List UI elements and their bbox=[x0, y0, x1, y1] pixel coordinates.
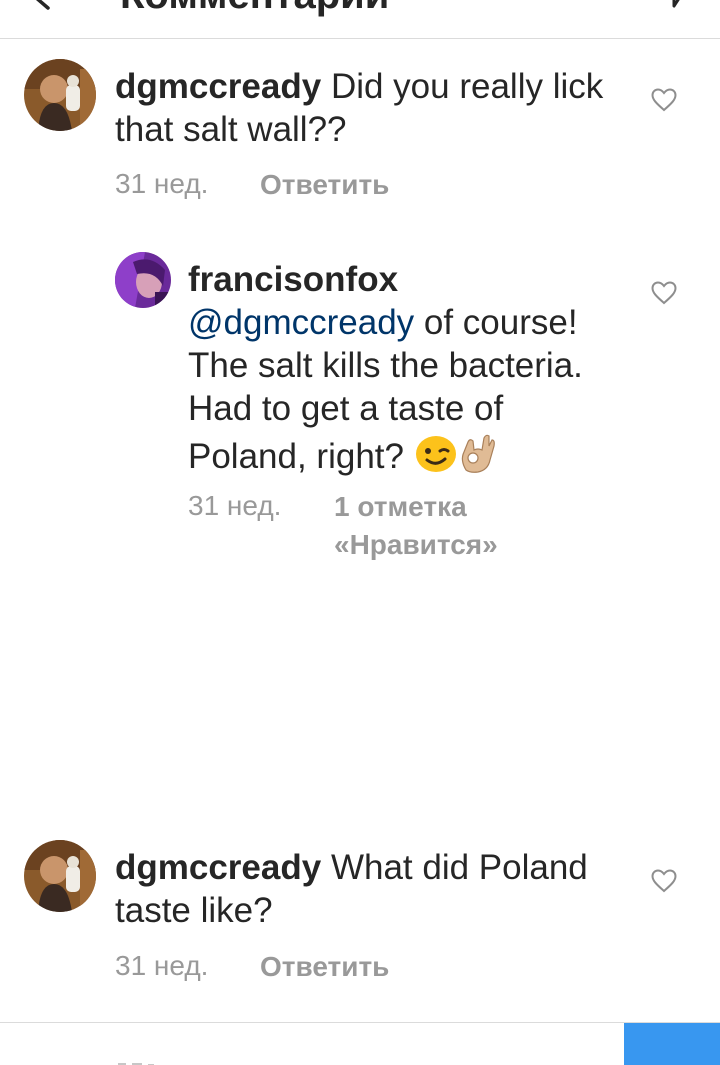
comments-screen: Комментарии dgmccready Did you really li… bbox=[0, 0, 720, 1065]
comment-timestamp: 31 нед. bbox=[115, 950, 209, 981]
avatar-photo-icon bbox=[24, 840, 96, 912]
avatar-photo-icon bbox=[115, 252, 171, 308]
comment-username[interactable]: dgmccready bbox=[115, 67, 321, 106]
avatar-dgmccready[interactable] bbox=[24, 840, 96, 912]
reply-button[interactable]: Ответить bbox=[260, 948, 389, 986]
header-bar: Комментарии bbox=[0, 0, 720, 39]
winking-face-icon bbox=[415, 436, 456, 472]
heart-icon[interactable] bbox=[651, 869, 677, 893]
input-placeholder-fragment bbox=[118, 1063, 154, 1065]
mention-link[interactable]: @dgmccready bbox=[188, 303, 414, 342]
comment-body: francisonfox @dgmccready of course! The … bbox=[188, 258, 628, 478]
reply-button[interactable]: Ответить bbox=[260, 166, 389, 204]
avatar-dgmccready[interactable] bbox=[24, 59, 96, 131]
comment-input-bar[interactable] bbox=[0, 1022, 720, 1065]
direct-send-icon[interactable] bbox=[664, 0, 692, 8]
likes-count-label: 1 отметка bbox=[334, 491, 467, 522]
back-arrow-icon[interactable] bbox=[28, 0, 56, 10]
likes-count-label: «Нравится» bbox=[334, 529, 498, 560]
comment-username[interactable]: dgmccready bbox=[115, 848, 321, 887]
comment-body: dgmccready What did Poland taste like? bbox=[115, 846, 635, 932]
avatar-francisonfox[interactable] bbox=[115, 252, 171, 308]
heart-icon[interactable] bbox=[651, 281, 677, 305]
post-button[interactable] bbox=[624, 1023, 720, 1065]
likes-count-button[interactable]: 1 отметка «Нравится» bbox=[334, 488, 498, 564]
comment-body: dgmccready Did you really lick that salt… bbox=[115, 65, 635, 151]
comment-timestamp: 31 нед. bbox=[188, 490, 282, 521]
ok-hand-icon bbox=[461, 434, 495, 473]
heart-icon[interactable] bbox=[651, 88, 677, 112]
page-title: Комментарии bbox=[120, 0, 389, 20]
avatar-photo-icon bbox=[24, 59, 96, 131]
comment-username[interactable]: francisonfox bbox=[188, 258, 628, 301]
comment-timestamp: 31 нед. bbox=[115, 168, 209, 199]
